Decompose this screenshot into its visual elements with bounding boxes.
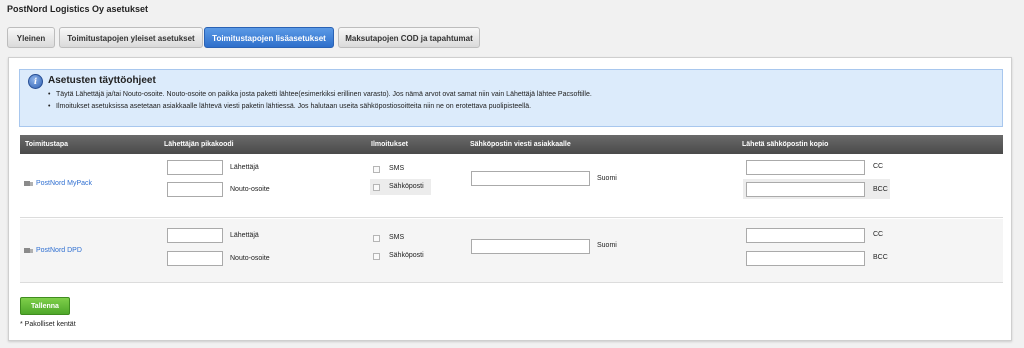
tab-general[interactable]: Yleinen [7,27,55,48]
truck-icon [24,247,33,254]
instructions-title: Asetusten täyttöohjeet [48,75,156,86]
instructions-list: Täytä Lähettäjä ja/tai Nouto-osoite. Nou… [48,89,592,113]
sms-label: SMS [389,234,405,241]
col-notifications: Ilmoitukset [371,141,408,148]
cc-input[interactable] [746,228,865,243]
tab-payment-cod[interactable]: Maksutapojen COD ja tapahtumat [338,27,480,48]
sender-label: Lähettäjä [230,232,259,239]
shipping-method-name: PostNord MyPack [36,180,93,187]
message-input[interactable] [471,239,590,254]
tab-shipping-additional[interactable]: Toimitustapojen lisäasetukset [204,27,334,48]
sms-label: SMS [389,165,405,172]
shipping-method-link[interactable]: PostNord MyPack [24,180,92,187]
email-checkbox[interactable] [373,253,380,260]
table-row: PostNord MyPack Lähettäjä Nouto-osoite S… [20,154,1003,218]
cc-label: CC [873,231,884,238]
settings-panel: i Asetusten täyttöohjeet Täytä Lähettäjä… [8,57,1012,341]
email-label: Sähköposti [389,183,424,190]
table-header: Toimitustapa Lähettäjän pikakoodi Ilmoit… [20,135,1003,154]
bcc-label: BCC [873,186,888,193]
page-title: PostNord Logistics Oy asetukset [7,4,149,14]
instruction-item: Ilmoitukset asetuksissa asetetaan asiakk… [48,101,592,113]
instructions-box: i Asetusten täyttöohjeet Täytä Lähettäjä… [19,69,1003,127]
email-checkbox[interactable] [373,184,380,191]
table-row: PostNord DPD Lähettäjä Nouto-osoite SMS … [20,219,1003,283]
message-input[interactable] [471,171,590,186]
save-button[interactable]: Tallenna [20,297,70,315]
shipping-method-name: PostNord DPD [36,247,82,254]
col-shipping-method: Toimitustapa [25,141,69,148]
required-note: * Pakolliset kentät [20,321,76,328]
shipping-method-link[interactable]: PostNord DPD [24,247,82,254]
pickup-input[interactable] [167,182,223,197]
message-language-label: Suomi [597,175,617,182]
instruction-item: Täytä Lähettäjä ja/tai Nouto-osoite. Nou… [48,89,592,101]
info-icon: i [28,74,43,89]
cc-label: CC [873,163,884,170]
sender-input[interactable] [167,228,223,243]
bcc-input[interactable] [746,251,865,266]
sender-input[interactable] [167,160,223,175]
bcc-input[interactable] [746,182,865,197]
message-language-label: Suomi [597,242,617,249]
pickup-label: Nouto-osoite [230,255,270,262]
pickup-label: Nouto-osoite [230,186,270,193]
tab-shipping-general[interactable]: Toimitustapojen yleiset asetukset [59,27,203,48]
email-label: Sähköposti [389,252,424,259]
cc-input[interactable] [746,160,865,175]
col-email-message: Sähköpostin viesti asiakkaalle [470,141,571,148]
sms-checkbox[interactable] [373,235,380,242]
truck-icon [24,180,33,187]
col-sender-code: Lähettäjän pikakoodi [164,141,234,148]
bcc-label: BCC [873,254,888,261]
sender-label: Lähettäjä [230,164,259,171]
pickup-input[interactable] [167,251,223,266]
sms-checkbox[interactable] [373,166,380,173]
col-email-copy: Lähetä sähköpostin kopio [742,141,829,148]
